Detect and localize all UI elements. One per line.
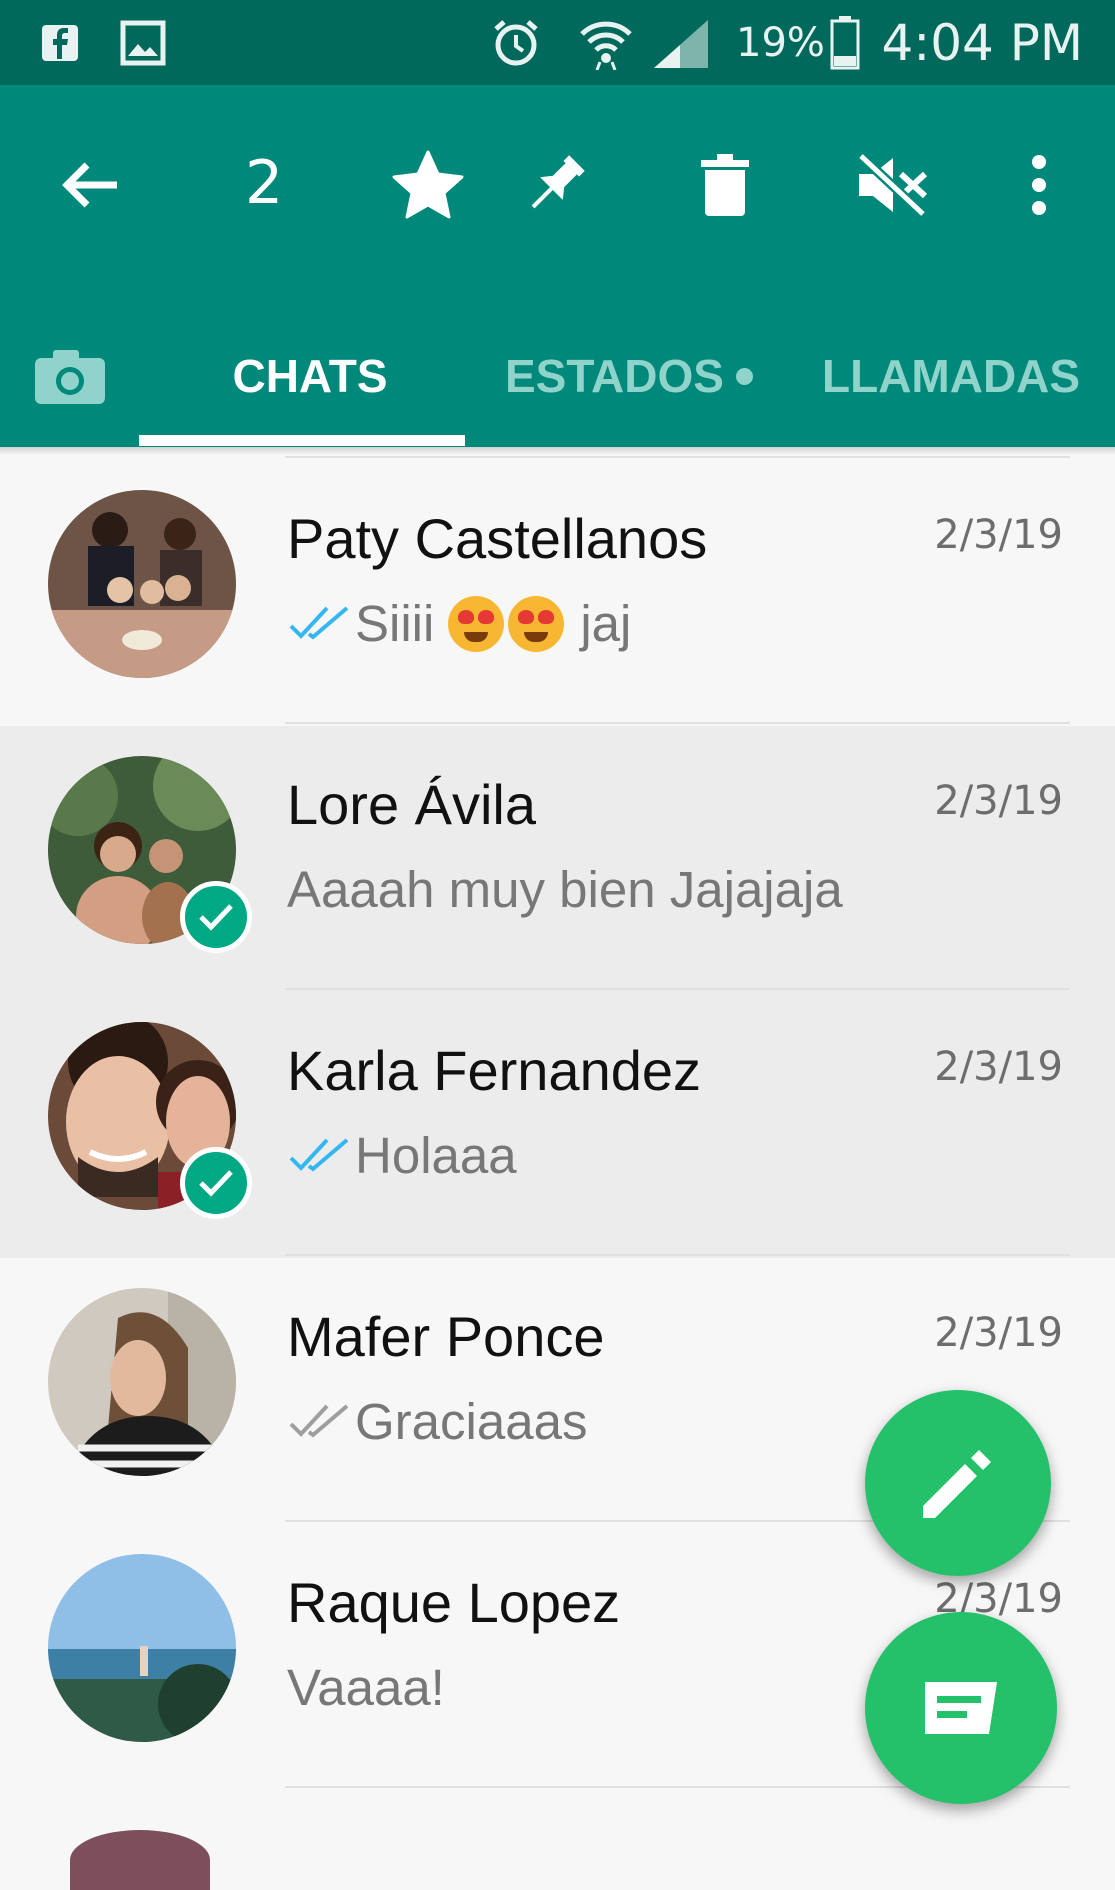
message-icon	[925, 1682, 997, 1734]
chat-name: Karla Fernandez	[287, 1039, 702, 1102]
divider	[285, 1254, 1070, 1256]
tab-chats-label: CHATS	[232, 350, 388, 402]
selected-check-icon	[180, 881, 252, 953]
read-ticks-icon	[289, 605, 349, 640]
appbar-shadow	[0, 447, 1115, 455]
back-arrow-icon[interactable]	[45, 140, 135, 230]
divider	[285, 722, 1070, 724]
chat-preview-suffix: jaj	[580, 595, 632, 652]
tab-llamadas[interactable]: LLAMADAS	[822, 331, 1080, 421]
status-bar: 19% 4:04 PM	[0, 0, 1115, 85]
chat-preview: Siiii jaj	[287, 594, 631, 653]
delivered-ticks-icon	[289, 1403, 349, 1438]
chat-preview-text: Vaaaa!	[287, 1659, 445, 1716]
trash-icon[interactable]	[680, 140, 770, 230]
heart-eyes-emoji-icon	[508, 595, 565, 652]
chat-preview: Graciaaas	[287, 1392, 587, 1451]
new-status-dot	[735, 367, 753, 385]
selected-count: 2	[245, 148, 284, 218]
chat-date: 2/3/19	[934, 1044, 1063, 1090]
avatar[interactable]	[48, 490, 236, 678]
heart-eyes-emoji-icon	[448, 595, 505, 652]
divider	[285, 988, 1070, 990]
chat-name: Lore Ávila	[287, 773, 537, 836]
tab-chats[interactable]: CHATS	[190, 331, 430, 421]
chat-preview: Vaaaa!	[287, 1658, 445, 1717]
battery-percent: 19%	[736, 19, 825, 66]
chat-date: 2/3/19	[934, 778, 1063, 824]
chat-row[interactable]: Paty Castellanos 2/3/19 Siiii jaj	[0, 460, 1115, 726]
camera-tab-icon[interactable]	[33, 331, 107, 421]
tab-llamadas-label: LLAMADAS	[822, 350, 1081, 402]
gallery-icon	[120, 0, 166, 85]
chat-name: Mafer Ponce	[287, 1305, 605, 1368]
wifi-icon	[578, 0, 634, 85]
pin-icon[interactable]	[510, 140, 600, 230]
chat-date: 2/3/19	[934, 512, 1063, 558]
pencil-icon	[923, 1450, 991, 1518]
facebook-icon	[40, 0, 80, 85]
battery-icon	[830, 0, 860, 85]
active-tab-indicator	[139, 435, 465, 446]
alarm-icon	[490, 0, 542, 85]
signal-icon	[650, 0, 712, 85]
avatar[interactable]	[48, 1554, 236, 1742]
read-ticks-icon	[289, 1137, 349, 1172]
chat-preview-text: Siiii	[355, 595, 435, 652]
chat-preview: Holaaa	[287, 1126, 517, 1185]
avatar[interactable]	[48, 1288, 236, 1476]
chat-preview-text: Graciaaas	[355, 1393, 588, 1450]
star-icon[interactable]	[383, 140, 473, 230]
new-status-text-button[interactable]	[865, 1390, 1051, 1576]
tab-estados[interactable]: ESTADOS	[505, 331, 753, 421]
chat-date: 2/3/19	[934, 1310, 1063, 1356]
chat-preview-text: Holaaa	[355, 1127, 517, 1184]
chat-preview: Aaaah muy bien Jajajaja	[287, 860, 843, 919]
chat-name: Paty Castellanos	[287, 507, 708, 570]
chat-row[interactable]: Lore Ávila 2/3/19 Aaaah muy bien Jajajaj…	[0, 726, 1115, 992]
selection-toolbar: 2 CHATS ESTADOS LLAMADAS	[0, 85, 1115, 447]
tab-estados-label: ESTADOS	[505, 350, 724, 402]
clock: 4:04 PM	[881, 13, 1083, 72]
chat-name: Raque Lopez	[287, 1571, 621, 1634]
selected-check-icon	[180, 1147, 252, 1219]
new-chat-button[interactable]	[865, 1612, 1057, 1804]
more-vert-icon[interactable]	[994, 140, 1084, 230]
avatar[interactable]	[70, 1830, 210, 1890]
chat-row[interactable]: Karla Fernandez 2/3/19 Holaaa	[0, 992, 1115, 1258]
divider	[285, 456, 1070, 458]
chat-preview-text: Aaaah muy bien Jajajaja	[287, 861, 843, 918]
mute-icon[interactable]	[848, 140, 938, 230]
